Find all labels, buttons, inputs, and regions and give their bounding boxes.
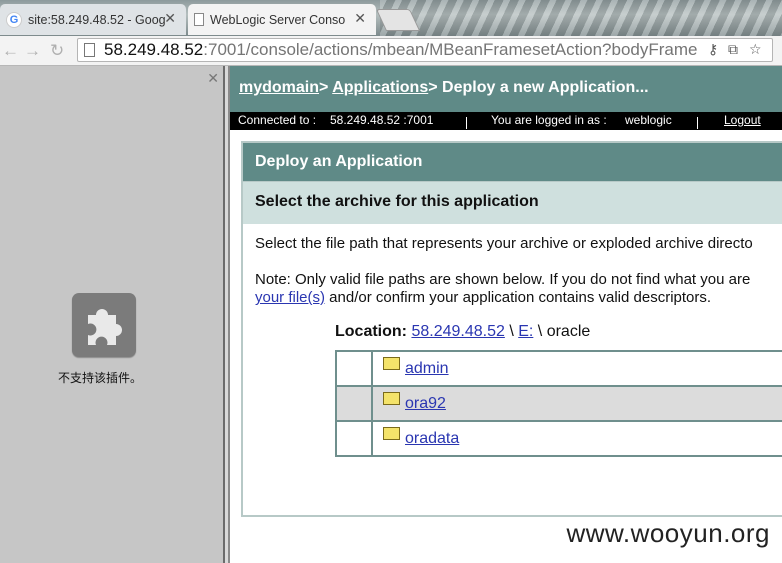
bookmark-star-icon[interactable]: ☆ bbox=[749, 41, 762, 58]
deploy-panel: Deploy an Application Select the archive… bbox=[241, 141, 782, 517]
translate-icon[interactable]: ⧉ bbox=[728, 41, 738, 58]
breadcrumb: mydomain> Applications> Deploy a new App… bbox=[239, 79, 649, 97]
tab-weblogic-console[interactable]: WebLogic Server Conso ✕ bbox=[188, 4, 376, 35]
browser-toolbar: ← → ↻ 58.249.48.52:7001/console/actions/… bbox=[0, 36, 782, 66]
logout-link[interactable]: Logout bbox=[724, 113, 761, 127]
file-table: admin ora92 oradata bbox=[335, 350, 782, 457]
file-name-cell: ora92 bbox=[371, 385, 782, 422]
forward-arrow-icon[interactable]: → bbox=[24, 41, 41, 61]
tab-title: WebLogic Server Conso bbox=[210, 12, 346, 27]
close-tab-icon[interactable]: ✕ bbox=[354, 10, 366, 27]
folder-link[interactable]: admin bbox=[405, 360, 449, 377]
breadcrumb-applications-link[interactable]: Applications bbox=[332, 79, 428, 96]
url-path: :7001/console/actions/mbean/MBeanFramese… bbox=[203, 40, 698, 59]
back-arrow-icon[interactable]: ← bbox=[2, 41, 19, 61]
connected-label: Connected to : bbox=[238, 113, 317, 127]
url-clip: 58.249.48.52:7001/console/actions/mbean/… bbox=[78, 39, 698, 61]
console-header: mydomain> Applications> Deploy a new App… bbox=[230, 66, 782, 112]
path-separator: \ bbox=[504, 323, 519, 340]
location-path: Location: 58.249.48.52 \ E: \ oracle bbox=[335, 323, 590, 341]
status-divider bbox=[466, 117, 467, 129]
folder-link[interactable]: oradata bbox=[405, 430, 459, 447]
location-drive-link[interactable]: E: bbox=[518, 323, 533, 340]
logged-in-label: You are logged in as : bbox=[491, 113, 607, 127]
file-name-cell: oradata bbox=[371, 420, 782, 457]
status-divider bbox=[697, 117, 698, 129]
plugin-unsupported-message: 不支持该插件。 bbox=[58, 371, 143, 385]
table-row: ora92 bbox=[335, 385, 782, 422]
watermark-text: www.wooyun.org bbox=[564, 518, 772, 549]
folder-icon bbox=[383, 391, 400, 405]
key-icon[interactable]: ⚷ bbox=[708, 41, 718, 58]
file-name-cell: admin bbox=[371, 350, 782, 387]
tab-google-search[interactable]: G site:58.249.48.52 - Goog ✕ bbox=[0, 4, 186, 35]
upload-files-link[interactable]: your file(s) bbox=[255, 289, 325, 306]
table-row: oradata bbox=[335, 420, 782, 457]
path-separator: \ bbox=[533, 323, 547, 340]
breadcrumb-separator: > bbox=[428, 79, 443, 96]
reload-icon[interactable]: ↻ bbox=[50, 41, 64, 61]
breadcrumb-domain-link[interactable]: mydomain bbox=[239, 79, 319, 96]
breadcrumb-separator: > bbox=[319, 79, 333, 96]
plugin-puzzle-icon bbox=[72, 293, 136, 357]
close-tab-icon[interactable]: ✕ bbox=[164, 10, 176, 27]
folder-icon bbox=[383, 356, 400, 370]
table-row: admin bbox=[335, 350, 782, 387]
window-background bbox=[380, 0, 782, 36]
connected-value: 58.249.48.52 :7001 bbox=[330, 113, 434, 127]
breadcrumb-current: Deploy a new Application... bbox=[442, 79, 649, 96]
google-icon: G bbox=[6, 11, 22, 28]
row-select-cell[interactable] bbox=[335, 385, 373, 422]
document-icon bbox=[194, 13, 204, 26]
row-select-cell[interactable] bbox=[335, 420, 373, 457]
location-host-link[interactable]: 58.249.48.52 bbox=[411, 323, 504, 340]
folder-icon bbox=[383, 426, 400, 440]
close-icon[interactable]: ✕ bbox=[207, 70, 219, 87]
folder-link[interactable]: ora92 bbox=[405, 395, 446, 412]
note-text: Note: Only valid file paths are shown be… bbox=[255, 271, 751, 288]
row-select-cell[interactable] bbox=[335, 350, 373, 387]
note-text-rest: and/or confirm your application contains… bbox=[325, 289, 712, 306]
logged-in-user: weblogic bbox=[625, 113, 672, 127]
frame-splitter[interactable] bbox=[223, 66, 230, 563]
address-bar[interactable]: 58.249.48.52:7001/console/actions/mbean/… bbox=[77, 38, 773, 62]
tab-title: site:58.249.48.52 - Goog bbox=[28, 12, 166, 27]
status-bar: Connected to : 58.249.48.52 :7001 You ar… bbox=[230, 112, 782, 130]
location-current-dir: oracle bbox=[546, 323, 591, 340]
panel-subtitle: Select the archive for this application bbox=[243, 181, 782, 224]
url-text[interactable]: 58.249.48.52:7001/console/actions/mbean/… bbox=[104, 40, 697, 60]
browser-tab-strip: G site:58.249.48.52 - Goog ✕ WebLogic Se… bbox=[0, 0, 782, 36]
url-host: 58.249.48.52 bbox=[104, 40, 204, 59]
left-frame: ✕ 不支持该插件。 bbox=[0, 66, 223, 563]
intro-text: Select the file path that represents you… bbox=[255, 235, 753, 252]
panel-title: Deploy an Application bbox=[243, 143, 782, 181]
note-text-line2: your file(s) and/or confirm your applica… bbox=[255, 289, 711, 306]
location-label: Location: bbox=[335, 323, 407, 340]
